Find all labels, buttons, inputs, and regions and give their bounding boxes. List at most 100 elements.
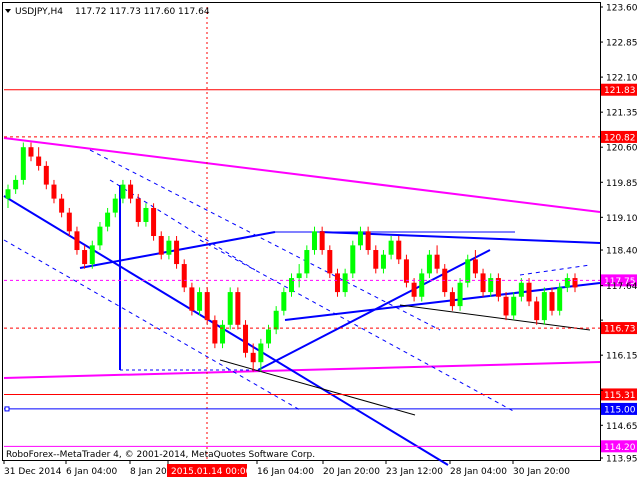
candle-body <box>426 254 432 274</box>
x-tick-label: 23 Jan 12:00 <box>386 467 443 477</box>
candle-body <box>258 343 264 363</box>
candle-body <box>350 245 356 274</box>
candle-body <box>189 287 195 311</box>
candle-body <box>304 250 310 274</box>
candle-body <box>511 296 517 316</box>
candle-body <box>143 207 149 222</box>
candle-body <box>311 231 317 251</box>
price-tag-label: 115.00 <box>604 405 636 415</box>
candle-body <box>518 282 524 297</box>
candle-body <box>380 254 386 269</box>
candle-body <box>112 198 118 213</box>
candle-body <box>319 231 325 251</box>
candle-body <box>66 212 72 232</box>
current-price-label: 117.64 <box>606 282 638 292</box>
candle-body <box>434 254 440 269</box>
price-tag-label: 121.83 <box>604 86 636 96</box>
candle-body <box>396 240 402 260</box>
candle-body <box>212 320 218 344</box>
candle-body <box>250 352 256 363</box>
x-tick-label: 28 Jan 04:00 <box>450 467 507 477</box>
candle-body <box>97 226 103 246</box>
y-tick-label: 122.85 <box>606 39 638 49</box>
candle-body <box>549 292 555 311</box>
x-tick-label: 31 Dec 2014 <box>4 467 62 477</box>
candle-body <box>20 147 26 180</box>
candle-body <box>357 231 363 246</box>
candle-body <box>51 184 57 199</box>
candle-body <box>411 282 417 297</box>
candle-body <box>151 207 157 237</box>
y-tick-label: 119.10 <box>606 214 638 224</box>
price-tag-label: 115.31 <box>604 391 636 401</box>
y-tick-label: 122.10 <box>606 74 638 84</box>
level-anchor <box>4 406 10 412</box>
candle-body <box>526 282 532 302</box>
candle-body <box>227 292 233 325</box>
candle-body <box>557 287 563 311</box>
candle-body <box>174 240 180 265</box>
candle-body <box>158 236 164 255</box>
candle-body <box>135 198 141 222</box>
chart-header: USDJPY,H4 117.72 117.73 117.60 117.64 <box>5 7 210 17</box>
candle-body <box>82 250 88 265</box>
candle-body <box>74 231 80 251</box>
candle-body <box>342 273 348 293</box>
candle-body <box>334 273 340 293</box>
candle-body <box>373 250 379 269</box>
candle-body <box>564 278 570 288</box>
candle-body <box>419 273 425 297</box>
y-tick-label: 118.40 <box>606 247 638 257</box>
symbol-label: USDJPY,H4 <box>15 7 63 17</box>
candle-body <box>5 189 11 199</box>
price-chart[interactable]: 121.83120.82117.75116.73115.31115.00114.… <box>0 0 640 480</box>
y-tick-label: 116.15 <box>606 352 638 362</box>
candle-body <box>204 292 210 321</box>
candle-body <box>266 329 272 344</box>
candle-body <box>503 296 509 316</box>
candle-body <box>243 324 249 353</box>
candle-body <box>449 292 455 307</box>
x-tick-label: 30 Jan 20:00 <box>513 467 570 477</box>
candle-body <box>457 282 463 307</box>
y-tick-label: 121.35 <box>606 109 638 119</box>
candle-body <box>28 147 34 157</box>
y-tick-label: 119.85 <box>606 179 638 189</box>
candle-body <box>403 259 409 283</box>
y-tick-label: 114.65 <box>606 422 638 432</box>
ohlc-values: 117.72 117.73 117.60 117.64 <box>75 7 210 17</box>
candle-body <box>235 292 241 325</box>
candle-body <box>89 245 95 265</box>
candle-body <box>166 240 172 255</box>
candle-body <box>43 165 49 185</box>
candle-body <box>181 264 187 288</box>
candle-body <box>465 259 471 283</box>
candle-body <box>388 240 394 255</box>
price-tag-label: 114.20 <box>604 443 636 453</box>
y-tick-label: 120.60 <box>606 144 638 154</box>
candle-body <box>541 292 547 321</box>
candle-body <box>572 278 578 288</box>
candle-body <box>120 184 126 199</box>
candle-body <box>534 301 540 321</box>
candle-body <box>59 198 65 213</box>
copyright-footer: RoboForex--MetaTrader 4, © 2001-2014, Me… <box>6 450 315 460</box>
candle-body <box>472 259 478 274</box>
x-tick-label: 16 Jan 04:00 <box>257 467 314 477</box>
candle-body <box>327 250 333 274</box>
x-tick-label: 20 Jan 20:00 <box>323 467 380 477</box>
price-tag-label: 120.82 <box>604 133 636 143</box>
candle-body <box>128 184 134 199</box>
candle-body <box>281 292 287 311</box>
y-tick-label: 113.95 <box>606 455 638 465</box>
candle-body <box>365 231 371 251</box>
x-tick-label: 6 Jan 04:00 <box>66 467 118 477</box>
candle-body <box>273 310 279 330</box>
candle-body <box>105 212 111 227</box>
candle-body <box>197 292 203 311</box>
candle-body <box>13 179 19 190</box>
candle-body <box>296 273 302 279</box>
candle-body <box>480 273 486 293</box>
price-tag-label: 116.73 <box>604 325 636 335</box>
x-tick-label: 2015.01.14 00:00 <box>171 467 252 477</box>
